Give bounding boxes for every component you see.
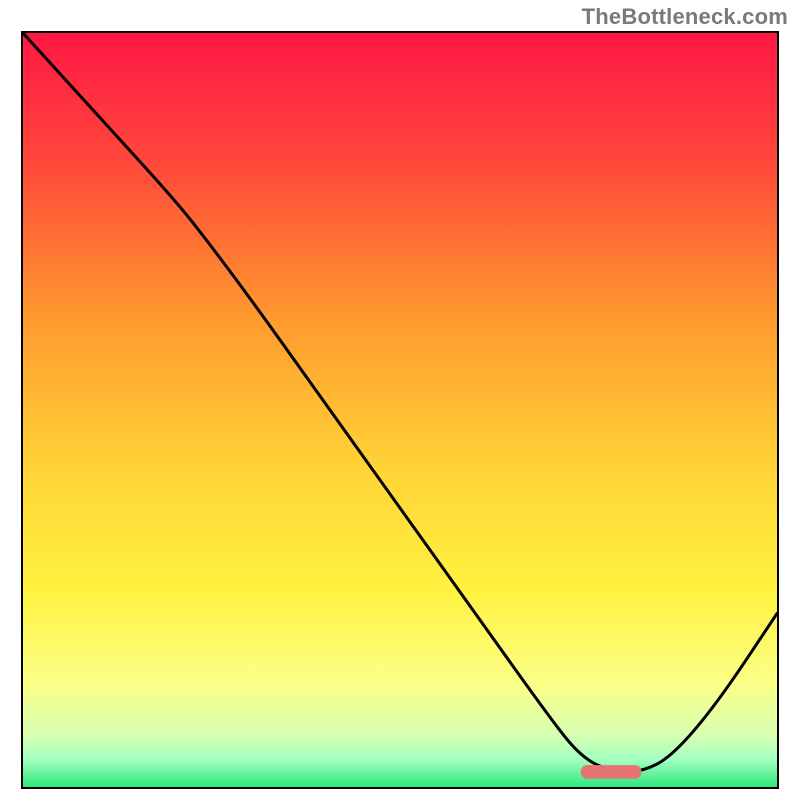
watermark-text: TheBottleneck.com xyxy=(582,4,788,30)
chart-stage: { "watermark": "TheBottleneck.com", "cha… xyxy=(0,0,800,800)
plot-area xyxy=(21,31,779,789)
optimal-range-marker xyxy=(23,33,777,787)
